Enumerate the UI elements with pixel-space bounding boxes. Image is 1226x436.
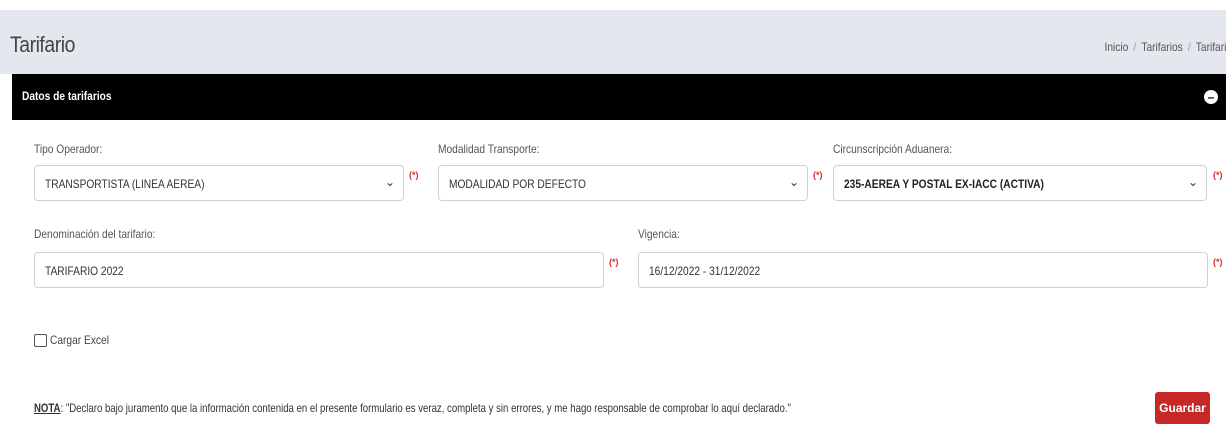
denominacion-label: Denominación del tarifario: <box>34 227 156 241</box>
breadcrumb-separator: / <box>1133 40 1136 54</box>
panel-title: Datos de tarifarios <box>22 89 112 103</box>
page-header: Tarifario Inicio / Tarifarios / Tarifari <box>0 10 1226 74</box>
vigencia-date-range-input[interactable]: 16/12/2022 - 31/12/2022 <box>638 252 1208 288</box>
tipo-operador-value: TRANSPORTISTA (LINEA AEREA) <box>45 177 205 191</box>
denominacion-value: TARIFARIO 2022 <box>45 264 124 278</box>
required-marker: (*) <box>813 170 823 180</box>
required-marker: (*) <box>1213 257 1223 267</box>
cargar-excel-checkbox[interactable] <box>34 334 47 347</box>
collapse-circle-icon[interactable]: – <box>1204 90 1218 104</box>
tipo-operador-label: Tipo Operador: <box>34 142 103 156</box>
breadcrumb-inicio[interactable]: Inicio <box>1104 40 1128 54</box>
modalidad-label: Modalidad Transporte: <box>438 142 540 156</box>
chevron-down-icon: ⌄ <box>1187 175 1198 189</box>
vigencia-label: Vigencia: <box>638 227 680 241</box>
breadcrumb-tarifarios[interactable]: Tarifarios <box>1141 40 1182 54</box>
page-title: Tarifario <box>10 32 75 57</box>
circunscripcion-value: 235-AEREA Y POSTAL EX-IACC (ACTIVA) <box>844 177 1044 191</box>
tipo-operador-select[interactable]: TRANSPORTISTA (LINEA AEREA) ⌄ <box>34 165 404 201</box>
modalidad-value: MODALIDAD POR DEFECTO <box>449 177 586 191</box>
required-marker: (*) <box>609 257 619 267</box>
required-marker: (*) <box>1213 170 1223 180</box>
breadcrumb: Inicio / Tarifarios / Tarifari <box>1104 40 1226 54</box>
declaration-note: NOTA: "Declaro bajo juramento que la inf… <box>34 401 791 415</box>
circunscripcion-select[interactable]: 235-AEREA Y POSTAL EX-IACC (ACTIVA) ⌄ <box>833 165 1207 201</box>
breadcrumb-separator: / <box>1187 40 1191 54</box>
chevron-down-icon: ⌄ <box>788 175 799 189</box>
denominacion-input[interactable]: TARIFARIO 2022 <box>34 252 604 288</box>
panel-header: Datos de tarifarios – <box>12 74 1226 120</box>
required-marker: (*) <box>409 170 419 180</box>
breadcrumb-current: Tarifari <box>1195 40 1226 54</box>
note-key: NOTA <box>34 401 61 415</box>
chevron-down-icon: ⌄ <box>384 175 395 189</box>
note-text: : "Declaro bajo juramento que la informa… <box>60 401 791 415</box>
circunscripcion-label: Circunscripción Aduanera: <box>833 142 953 156</box>
cargar-excel-label[interactable]: Cargar Excel <box>50 333 109 347</box>
save-button[interactable]: Guardar <box>1155 392 1210 424</box>
modalidad-select[interactable]: MODALIDAD POR DEFECTO ⌄ <box>438 165 808 201</box>
vigencia-value: 16/12/2022 - 31/12/2022 <box>649 264 761 278</box>
